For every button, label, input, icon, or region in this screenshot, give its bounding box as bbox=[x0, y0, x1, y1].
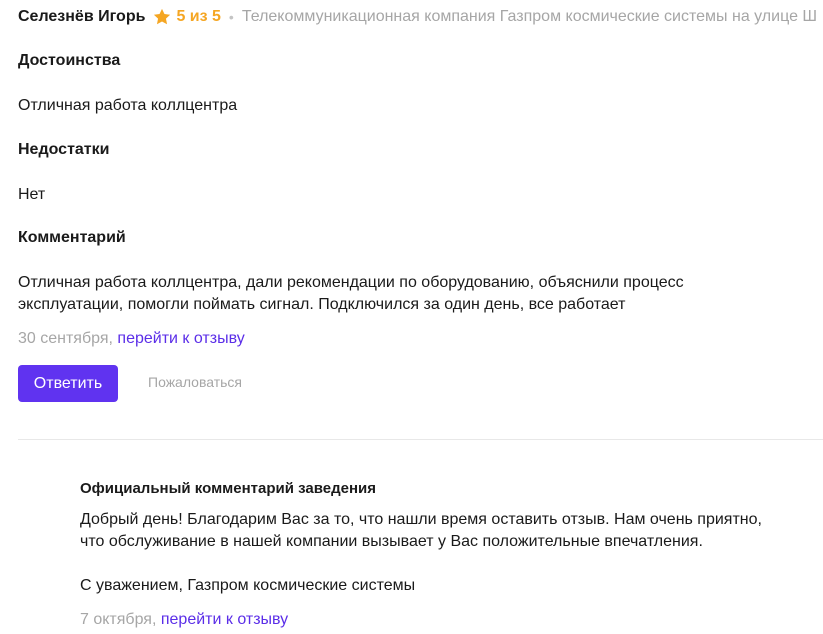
cons-title: Недостатки bbox=[18, 141, 110, 158]
comment-title: Комментарий bbox=[18, 229, 126, 246]
review-date: 30 сентября, bbox=[18, 330, 113, 347]
comment-text-line-1: Отличная работа коллцентра, дали рекомен… bbox=[18, 274, 684, 291]
star-icon bbox=[152, 7, 172, 27]
comment-text-line-2: эксплуатации, помогли поймать сигнал. По… bbox=[18, 296, 626, 313]
complain-button[interactable]: Пожаловаться bbox=[148, 374, 242, 390]
pros-title: Достоинства bbox=[18, 52, 121, 69]
official-goto-review-link[interactable]: перейти к отзыву bbox=[161, 611, 288, 628]
official-signature: С уважением, Газпром космические системы bbox=[80, 577, 416, 594]
review-card: Селезнёв Игорь 5 из 5 • Телекоммуникацио… bbox=[0, 0, 823, 634]
review-meta: 30 сентября, перейти к отзыву bbox=[18, 330, 245, 348]
official-comment-line-1: Добрый день! Благодарим Вас за то, что н… bbox=[80, 511, 762, 528]
goto-review-link[interactable]: перейти к отзыву bbox=[117, 330, 244, 347]
official-comment-line-2: что обслуживание в нашей компании вызыва… bbox=[80, 533, 703, 550]
reply-button[interactable]: Ответить bbox=[18, 365, 118, 402]
cons-text: Нет bbox=[18, 186, 46, 203]
review-header: Селезнёв Игорь 5 из 5 • Телекоммуникацио… bbox=[18, 5, 823, 29]
official-date: 7 октября, bbox=[80, 611, 157, 628]
separator-dot: • bbox=[228, 9, 234, 25]
pros-text: Отличная работа коллцентра bbox=[18, 97, 238, 114]
rating-value: 5 из 5 bbox=[176, 8, 221, 25]
author-name[interactable]: Селезнёв Игорь bbox=[18, 8, 145, 26]
divider bbox=[18, 439, 823, 440]
company-name[interactable]: Телекоммуникационная компания Газпром ко… bbox=[242, 8, 817, 26]
official-meta: 7 октября, перейти к отзыву bbox=[80, 611, 288, 629]
official-comment-title: Официальный комментарий заведения bbox=[80, 480, 377, 497]
